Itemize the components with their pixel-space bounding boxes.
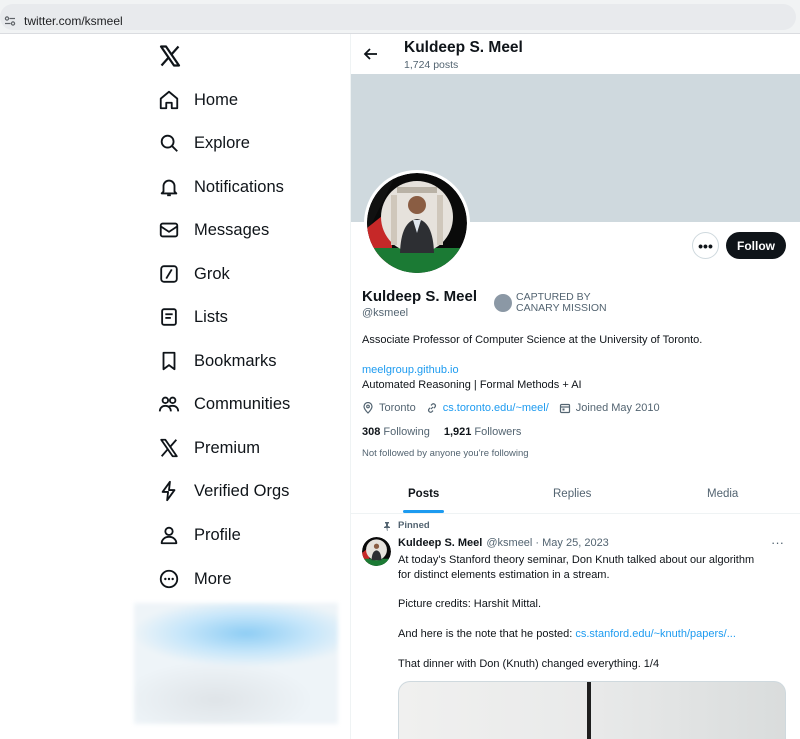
profile-more-button[interactable]: ••• xyxy=(692,232,719,259)
home-icon xyxy=(159,90,179,110)
tweet-text-line-5: That dinner with Don (Knuth) changed eve… xyxy=(398,658,660,670)
avatar-photo xyxy=(367,173,467,273)
sidebar-item-bookmarks[interactable]: Bookmarks xyxy=(158,346,277,376)
bell-icon xyxy=(160,179,178,197)
x-logo-icon[interactable] xyxy=(158,44,182,68)
calendar-icon xyxy=(559,403,570,414)
not-followed-note: Not followed by anyone you're following xyxy=(362,448,529,459)
sidebar-item-label: Notifications xyxy=(194,177,284,196)
followers-label: Followers xyxy=(474,426,522,438)
sidebar-item-label: Grok xyxy=(194,264,230,283)
profile-meta: Toronto cs.toronto.edu/~meel/ Joined May… xyxy=(362,402,660,414)
lightning-icon xyxy=(161,480,176,502)
following-count: 308 xyxy=(362,426,381,438)
profile-website-link[interactable]: cs.toronto.edu/~meel/ xyxy=(443,402,549,414)
tab-replies[interactable]: Replies xyxy=(553,488,591,500)
header-name: Kuldeep S. Meel xyxy=(404,39,523,56)
following-label: Following xyxy=(383,426,430,438)
tab-media[interactable]: Media xyxy=(707,488,738,500)
sidebar-item-label: Home xyxy=(194,90,239,109)
following-link[interactable]: 308 Following xyxy=(362,426,430,438)
sidebar-item-grok[interactable]: Grok xyxy=(158,259,230,289)
url-field[interactable]: twitter.com/ksmeel xyxy=(0,4,796,30)
sidebar-item-label: Premium xyxy=(194,438,261,457)
tweet-more-button[interactable]: ··· xyxy=(771,535,784,550)
sidebar-item-label: More xyxy=(194,569,232,588)
more-circle-icon xyxy=(159,569,179,589)
sidebar-item-label: Lists xyxy=(194,307,228,326)
search-icon xyxy=(160,134,178,152)
bookmark-icon xyxy=(162,351,176,371)
tweet-text-line-3: Picture credits: Harshit Mittal. xyxy=(398,598,542,610)
badge-line-2: CANARY MISSION xyxy=(516,302,607,314)
sidebar-item-more[interactable]: More xyxy=(158,564,232,594)
profile-joined: Joined May 2010 xyxy=(575,402,660,414)
sidebar-item-lists[interactable]: Lists xyxy=(158,302,228,332)
active-tab-indicator xyxy=(403,510,444,513)
people-icon xyxy=(158,396,180,412)
pinned-label: Pinned xyxy=(398,520,430,531)
tweet-text-line-2: for distinct elements estimation in a st… xyxy=(398,569,610,581)
avatar[interactable] xyxy=(367,173,467,273)
profile-bio: Associate Professor of Computer Science … xyxy=(362,334,703,346)
tweet-text-prefix: And here is the note that he posted: xyxy=(398,628,576,640)
grok-icon xyxy=(160,265,178,283)
profile-bio-line-2: Automated Reasoning | Formal Methods + A… xyxy=(362,379,582,391)
pin-icon xyxy=(384,521,390,531)
sidebar-item-notifications[interactable]: Notifications xyxy=(158,172,284,202)
list-icon xyxy=(161,308,177,326)
sidebar-item-label: Communities xyxy=(194,394,291,413)
profile-name: Kuldeep S. Meel xyxy=(362,288,478,305)
back-arrow-icon[interactable] xyxy=(362,45,380,63)
tweet-media-image[interactable] xyxy=(398,681,786,739)
tweet-text-line-4: And here is the note that he posted: cs.… xyxy=(398,628,736,640)
profile-location: Toronto xyxy=(379,402,416,414)
sidebar-item-label: Verified Orgs xyxy=(194,481,290,500)
x-logo-icon xyxy=(160,438,178,458)
sidebar-item-label: Bookmarks xyxy=(194,351,277,370)
bio-link[interactable]: meelgroup.github.io xyxy=(362,364,459,376)
pinned-indicator: Pinned xyxy=(382,520,430,531)
media-pole xyxy=(587,682,591,739)
url-text: twitter.com/ksmeel xyxy=(24,14,123,28)
tweet-text-line-1: At today's Stanford theory seminar, Don … xyxy=(398,554,755,566)
tweet-meta: @ksmeel · May 25, 2023 xyxy=(486,537,609,549)
sidebar-item-communities[interactable]: Communities xyxy=(158,389,290,419)
sidebar-item-messages[interactable]: Messages xyxy=(158,215,269,245)
canary-badge-icon xyxy=(494,294,512,312)
person-icon xyxy=(160,526,178,545)
sidebar-item-home[interactable]: Home xyxy=(158,85,238,115)
link-icon xyxy=(427,403,436,413)
followers-link[interactable]: 1,921 Followers xyxy=(444,426,522,438)
sidebar-item-premium[interactable]: Premium xyxy=(158,433,260,463)
tweet-header: Kuldeep S. Meel @ksmeel · May 25, 2023 xyxy=(398,537,609,549)
tweet-author[interactable]: Kuldeep S. Meel xyxy=(398,537,482,549)
sidebar-item-label: Explore xyxy=(194,133,250,152)
tweet-avatar[interactable] xyxy=(362,537,391,566)
blurred-account-panel xyxy=(134,603,338,724)
tweet-avatar-photo xyxy=(362,537,391,566)
envelope-icon xyxy=(159,222,179,238)
tweet-link[interactable]: cs.stanford.edu/~knuth/papers/... xyxy=(575,628,736,640)
header-post-count: 1,724 posts xyxy=(404,59,459,71)
browser-address-bar: twitter.com/ksmeel xyxy=(0,0,800,34)
profile-tabs: Posts Replies Media xyxy=(351,476,800,514)
sidebar-item-profile[interactable]: Profile xyxy=(158,520,241,550)
sidebar-item-explore[interactable]: Explore xyxy=(158,128,250,158)
sidebar-item-label: Messages xyxy=(194,220,270,239)
sidebar-item-verified-orgs[interactable]: Verified Orgs xyxy=(158,476,289,506)
site-settings-icon[interactable] xyxy=(4,15,16,27)
follow-stats: 308 Following 1,921 Followers xyxy=(362,426,521,438)
location-icon xyxy=(363,402,373,414)
follow-button[interactable]: Follow xyxy=(726,232,786,259)
followers-count: 1,921 xyxy=(443,426,472,438)
profile-handle: @ksmeel xyxy=(362,307,409,319)
sidebar-item-label: Profile xyxy=(194,525,241,544)
tab-posts[interactable]: Posts xyxy=(408,488,439,500)
canary-mission-badge: CAPTURED BY CANARY MISSION xyxy=(494,292,607,314)
